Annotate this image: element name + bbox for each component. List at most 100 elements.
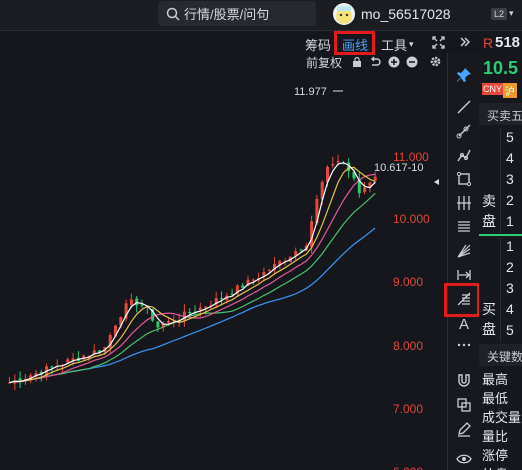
drawing-tools-panel: A xyxy=(444,53,480,470)
level-badge: L2 xyxy=(491,8,507,20)
candle-body xyxy=(267,270,271,272)
sell-level: 3 xyxy=(506,171,514,187)
candle-body xyxy=(230,293,234,295)
stock-code: 518 xyxy=(495,34,521,51)
high-price-label: 11.977 xyxy=(294,86,327,98)
sell-level: 4 xyxy=(506,150,514,166)
sell-level: 2 xyxy=(506,192,514,208)
pin-icon[interactable] xyxy=(456,67,472,83)
sell-label: 盘 xyxy=(482,213,496,229)
more-icon[interactable] xyxy=(456,337,472,353)
text-icon[interactable]: A xyxy=(456,315,472,331)
lock-icon[interactable] xyxy=(352,57,362,67)
highlight-box-draw xyxy=(334,31,375,55)
sell-level: 5 xyxy=(506,129,514,145)
buy-label: 买 xyxy=(482,301,496,317)
rectangle-icon[interactable] xyxy=(456,171,472,187)
eye-icon[interactable] xyxy=(456,451,472,467)
avatar[interactable] xyxy=(333,3,355,25)
orderbook-title: 买卖五 xyxy=(487,109,522,123)
adjust-button[interactable]: 前复权 xyxy=(306,54,342,71)
current-price: 10.5 xyxy=(483,58,519,78)
candle-body xyxy=(135,298,139,306)
sell-level: 1 xyxy=(506,213,514,229)
chart-toolbar: 筹码 画线 工具 ▾ xyxy=(0,31,478,55)
tools-button[interactable]: 工具 xyxy=(381,35,407,54)
line-icon[interactable] xyxy=(456,99,472,115)
ray-icon[interactable] xyxy=(456,123,472,139)
copy-icon[interactable] xyxy=(456,397,472,413)
candle-body xyxy=(188,311,192,314)
candle-body xyxy=(363,187,367,192)
candle-body xyxy=(331,164,335,166)
candle-body xyxy=(373,176,377,181)
tools-chevron-icon[interactable]: ▾ xyxy=(409,39,414,50)
quote-panel: R 518 10.5 CNY 沪 买卖五 卖盘54321 买盘12345 关键数… xyxy=(479,31,522,470)
candle-body xyxy=(251,279,255,281)
buy-level: 4 xyxy=(506,301,514,317)
candle-body xyxy=(167,321,170,323)
currency-badge: CNY xyxy=(482,83,504,95)
price-axis-label: 6.000 xyxy=(393,465,423,470)
candle-body xyxy=(204,306,208,308)
username[interactable]: mo_56517028 xyxy=(361,6,451,22)
channel-icon[interactable] xyxy=(456,219,472,235)
zoom-in-icon[interactable] xyxy=(388,56,400,68)
ma-yellow-line xyxy=(9,166,376,384)
candlestick-chart[interactable]: 11.00010.0009.0008.0007.0006.000 11.977 … xyxy=(0,70,446,470)
stat-label: 涨停 xyxy=(482,448,509,463)
buy-label: 盘 xyxy=(482,321,496,337)
buy-level: 2 xyxy=(506,259,514,275)
buy-divider xyxy=(500,238,501,342)
sell-divider xyxy=(500,129,501,233)
candle-body xyxy=(156,321,160,328)
zoom-out-icon[interactable] xyxy=(406,56,418,68)
buy-level: 1 xyxy=(506,238,514,254)
stat-label: 量比 xyxy=(482,429,509,444)
fan-icon[interactable] xyxy=(456,243,472,259)
r-label: R xyxy=(483,35,494,51)
stat-label: 成交量 xyxy=(482,410,522,425)
search-icon xyxy=(166,7,180,21)
buy-level: 3 xyxy=(506,280,514,296)
candle-body xyxy=(241,285,245,288)
fullscreen-icon[interactable] xyxy=(432,36,445,49)
price-axis-label: 7.000 xyxy=(393,402,423,416)
orderbook-header: 买卖五 xyxy=(479,103,522,125)
top-bar: 行情/股票/问句 mo_56517028 L2 ▾ xyxy=(0,0,522,31)
price-axis-label: 10.000 xyxy=(393,212,430,226)
sell-buy-divider xyxy=(479,234,522,236)
chevron-down-icon[interactable]: ▾ xyxy=(509,8,514,19)
market-badge: 沪 xyxy=(503,83,517,98)
current-price-label: 10.617-10 xyxy=(374,162,424,174)
candle-body xyxy=(336,160,340,163)
candle-body xyxy=(140,304,144,306)
pen-icon[interactable] xyxy=(456,421,472,437)
stat-label: 外盘 xyxy=(482,464,508,470)
sell-label: 卖 xyxy=(482,193,496,209)
collapse-icon[interactable] xyxy=(459,36,471,48)
svg-text:A: A xyxy=(459,316,469,331)
highlight-box-fib xyxy=(444,283,480,317)
ma-white-line xyxy=(9,162,376,384)
ma-green-line xyxy=(9,192,376,384)
candle-body xyxy=(220,298,223,300)
price-axis-label: 8.000 xyxy=(393,339,423,353)
search-placeholder: 行情/股票/问句 xyxy=(184,7,270,22)
parallel-lines-icon[interactable] xyxy=(456,195,472,211)
settings-icon[interactable] xyxy=(429,55,442,68)
measure-icon[interactable] xyxy=(456,267,472,283)
ma-blue-line xyxy=(9,227,376,384)
search-input[interactable]: 行情/股票/问句 xyxy=(158,1,316,26)
polyline-icon[interactable] xyxy=(456,147,472,163)
candle-body xyxy=(50,366,54,368)
ma-pink-line xyxy=(9,173,376,384)
buy-level: 5 xyxy=(506,322,514,338)
undo-icon[interactable] xyxy=(369,56,381,68)
chip-button[interactable]: 筹码 xyxy=(305,35,331,54)
magnet-icon[interactable] xyxy=(456,373,472,389)
price-axis-label: 9.000 xyxy=(393,275,423,289)
stat-label: 最低 xyxy=(482,391,509,406)
candle-body xyxy=(299,249,303,251)
candle-body xyxy=(129,299,133,306)
